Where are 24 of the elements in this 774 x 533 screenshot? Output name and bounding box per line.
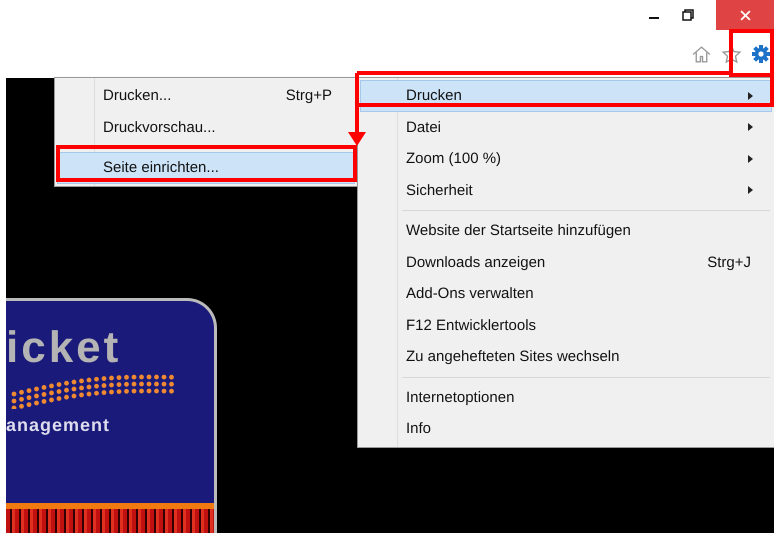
logo-title: icket — [6, 323, 122, 373]
menu-item[interactable]: F12 Entwicklertools — [360, 310, 772, 341]
menu-item[interactable]: Info — [360, 413, 772, 444]
close-icon — [740, 10, 750, 20]
home-icon[interactable] — [691, 44, 712, 64]
menu-item[interactable]: Downloads anzeigen Strg+J — [360, 246, 772, 278]
settings-icon[interactable] — [751, 44, 771, 64]
restore-icon[interactable] — [682, 9, 694, 21]
close-button[interactable] — [716, 0, 774, 30]
submenu-arrow-icon — [748, 186, 753, 194]
menu-item[interactable]: Drucken... Strg+P — [57, 80, 355, 112]
menu-item[interactable]: Datei — [360, 112, 772, 143]
menu-item[interactable]: Zu angehefteten Sites wechseln — [360, 341, 772, 372]
menu-item[interactable]: Druckvorschau... — [57, 112, 355, 143]
menu-item[interactable]: Zoom (100 %) — [360, 143, 772, 174]
menu-item[interactable]: Internetoptionen — [360, 382, 772, 413]
submenu-arrow-icon — [748, 154, 753, 163]
menu-item[interactable]: Add-Ons verwalten — [360, 278, 772, 310]
submenu-arrow-icon — [748, 123, 753, 132]
logo-subtitle: anagement — [6, 415, 112, 436]
menu-item[interactable]: Website der Startseite hinzufügen — [360, 215, 772, 246]
menu-item[interactable]: Sicherheit — [360, 174, 772, 206]
annotation-arrow — [348, 105, 366, 146]
submenu-arrow-icon — [748, 92, 753, 100]
